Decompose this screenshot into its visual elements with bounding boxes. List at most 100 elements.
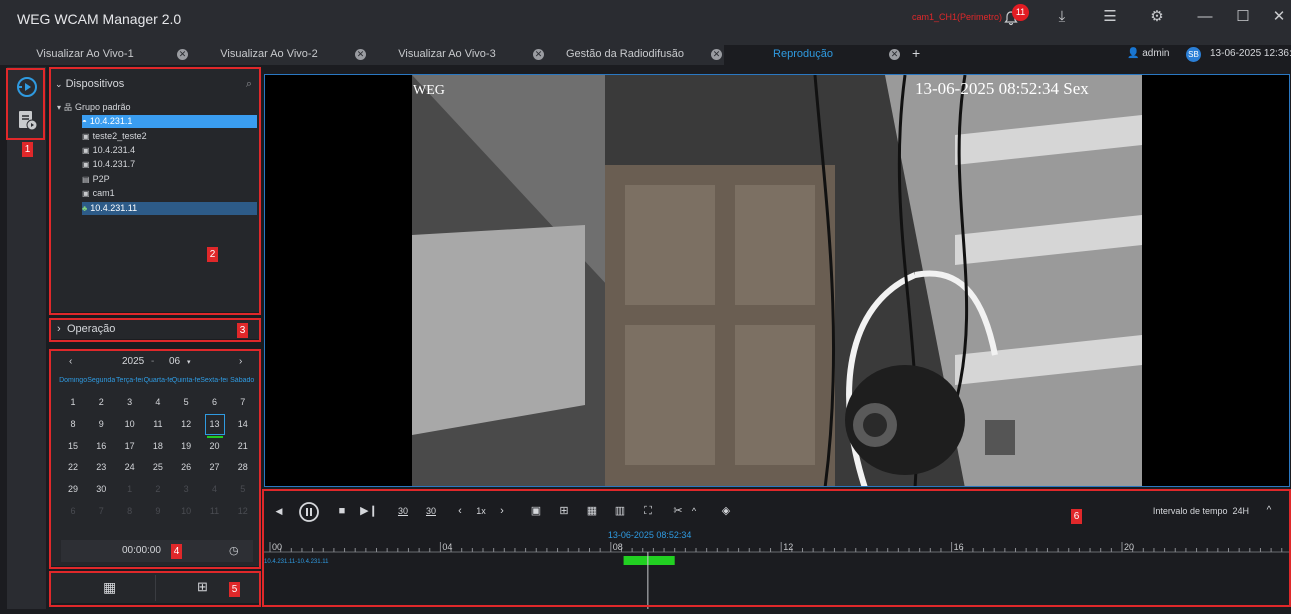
playback-icon[interactable] — [16, 76, 38, 98]
close-icon[interactable]: ✕ — [1269, 7, 1289, 27]
slower-button[interactable]: ‹ — [454, 501, 466, 521]
calendar-day[interactable]: 16 — [87, 436, 115, 457]
add-tab-button[interactable]: + — [912, 45, 920, 61]
calendar-day[interactable]: 7 — [229, 392, 257, 413]
calendar-year[interactable]: 2025 — [122, 356, 144, 367]
avatar[interactable]: SB — [1186, 47, 1201, 62]
layout-16-icon[interactable]: ▥ — [612, 501, 628, 521]
calendar-day[interactable]: 26 — [172, 457, 200, 478]
clock-icon[interactable]: ◷ — [229, 540, 239, 562]
calendar-icon[interactable]: ▦ — [103, 579, 116, 596]
tab-close-icon[interactable]: ✕ — [177, 49, 188, 60]
device-item[interactable]: ▣ teste2_teste2 — [82, 130, 257, 143]
calendar-day-next-month[interactable]: 5 — [229, 479, 257, 500]
calendar-day[interactable]: 12 — [172, 414, 200, 435]
calendar-day[interactable]: 1 — [59, 392, 87, 413]
calendar-day[interactable]: 17 — [116, 436, 144, 457]
calendar-day[interactable]: 9 — [87, 414, 115, 435]
user-menu[interactable]: 👤 admin — [1127, 48, 1169, 59]
minimize-icon[interactable]: — — [1195, 7, 1215, 27]
fullscreen-icon[interactable]: ⛶ — [640, 501, 656, 521]
calendar-day[interactable]: 2 — [87, 392, 115, 413]
prev-month-button[interactable]: ‹ — [69, 356, 72, 367]
layout-1-icon[interactable]: ▣ — [528, 501, 544, 521]
faster-button[interactable]: › — [496, 501, 508, 521]
stop-button[interactable]: ■ — [334, 501, 350, 521]
device-item[interactable]: ♣ 10.4.231.11 — [82, 202, 257, 215]
device-item[interactable]: ▣ cam1 — [82, 187, 257, 200]
download-icon[interactable]: ⤓ — [1052, 7, 1072, 27]
month-dropdown-icon[interactable]: ▾ — [187, 358, 191, 366]
tab-live-view-1[interactable]: Visualizar Ao Vivo-1 ✕ — [0, 45, 190, 65]
calendar-day[interactable]: 25 — [144, 457, 172, 478]
calendar-day-next-month[interactable]: 11 — [201, 501, 229, 522]
skip-back-button[interactable]: 30 — [394, 501, 412, 521]
expand-up-icon[interactable]: ^ — [1262, 501, 1276, 521]
calendar-month[interactable]: 06 — [169, 356, 180, 367]
notification-text[interactable]: cam1_CH1(Perimetro) — [912, 12, 1002, 22]
device-group[interactable]: ▾ 品 Grupo padrão — [57, 101, 257, 114]
layout-4-icon[interactable]: ⊞ — [556, 501, 572, 521]
calendar-day[interactable]: 30 — [87, 479, 115, 500]
calendar-day-next-month[interactable]: 4 — [201, 479, 229, 500]
calendar-day[interactable]: 20 — [201, 436, 229, 457]
calendar-day-next-month[interactable]: 1 — [116, 479, 144, 500]
file-playback-icon[interactable] — [16, 109, 38, 131]
grid-icon[interactable]: ⊞ — [197, 579, 208, 595]
search-icon[interactable]: ⌕ — [246, 78, 252, 91]
tab-close-icon[interactable]: ✕ — [889, 49, 900, 60]
calendar-day-next-month[interactable]: 2 — [144, 479, 172, 500]
calendar-day[interactable]: 28 — [229, 457, 257, 478]
maximize-icon[interactable]: ☐ — [1233, 7, 1253, 27]
tab-close-icon[interactable]: ✕ — [711, 49, 722, 60]
calendar-day[interactable]: 5 — [172, 392, 200, 413]
calendar-day[interactable]: 3 — [116, 392, 144, 413]
calendar-day-next-month[interactable]: 12 — [229, 501, 257, 522]
calendar-day[interactable]: 4 — [144, 392, 172, 413]
calendar-day-next-month[interactable]: 8 — [116, 501, 144, 522]
pause-button[interactable] — [298, 501, 320, 523]
tab-live-view-2[interactable]: Visualizar Ao Vivo-2 ✕ — [190, 45, 368, 65]
layers-icon[interactable]: ◈ — [718, 501, 734, 521]
calendar-day[interactable]: 27 — [201, 457, 229, 478]
device-item[interactable]: ▣ 10.4.231.4 — [82, 144, 257, 157]
collapse-icon[interactable]: ◀ — [270, 501, 288, 521]
tab-live-view-3[interactable]: Visualizar Ao Vivo-3 ✕ — [368, 45, 546, 65]
frame-forward-button[interactable]: ▶❙ — [360, 501, 378, 521]
skip-forward-button[interactable]: 30 — [422, 501, 440, 521]
calendar-day[interactable]: 13 — [204, 413, 225, 438]
calendar-day[interactable]: 24 — [116, 457, 144, 478]
next-month-button[interactable]: › — [239, 356, 242, 367]
calendar-day-next-month[interactable]: 6 — [59, 501, 87, 522]
tab-playback[interactable]: Reprodução ✕ — [724, 45, 902, 65]
menu-icon[interactable]: ☰ — [1100, 7, 1120, 27]
device-item[interactable]: ◓ 10.4.231.1 — [82, 115, 257, 128]
chevron-up-icon[interactable]: ^ — [688, 501, 700, 521]
calendar-day[interactable]: 21 — [229, 436, 257, 457]
timeline[interactable]: 13-06-2025 08:52:34 10.4.231.11-10.4.231… — [264, 530, 1290, 609]
calendar-day[interactable]: 29 — [59, 479, 87, 500]
layout-9-icon[interactable]: ▦ — [584, 501, 600, 521]
settings-icon[interactable]: ⚙ — [1147, 7, 1167, 27]
device-item[interactable]: ▤ P2P — [82, 173, 257, 186]
calendar-day[interactable]: 11 — [144, 414, 172, 435]
calendar-day[interactable]: 15 — [59, 436, 87, 457]
calendar-day[interactable]: 22 — [59, 457, 87, 478]
calendar-day[interactable]: 18 — [144, 436, 172, 457]
calendar-day-next-month[interactable]: 3 — [172, 479, 200, 500]
calendar-day-next-month[interactable]: 9 — [144, 501, 172, 522]
calendar-day[interactable]: 19 — [172, 436, 200, 457]
calendar-day[interactable]: 8 — [59, 414, 87, 435]
tab-close-icon[interactable]: ✕ — [355, 49, 366, 60]
device-item[interactable]: ▣ 10.4.231.7 — [82, 158, 257, 171]
tab-close-icon[interactable]: ✕ — [533, 49, 544, 60]
calendar-day[interactable]: 6 — [201, 392, 229, 413]
calendar-day[interactable]: 10 — [116, 414, 144, 435]
time-input[interactable]: 00:00:00 ◷ — [61, 540, 253, 562]
devices-header[interactable]: ⌄ Dispositivos ⌕ — [55, 78, 255, 96]
calendar-day[interactable]: 23 — [87, 457, 115, 478]
clip-icon[interactable]: ✂ — [670, 501, 686, 521]
calendar-day[interactable]: 14 — [229, 414, 257, 435]
tab-broadcast-management[interactable]: Gestão da Radiodifusão ✕ — [546, 45, 724, 65]
time-interval[interactable]: Intervalo de tempo 24H — [1149, 501, 1249, 521]
